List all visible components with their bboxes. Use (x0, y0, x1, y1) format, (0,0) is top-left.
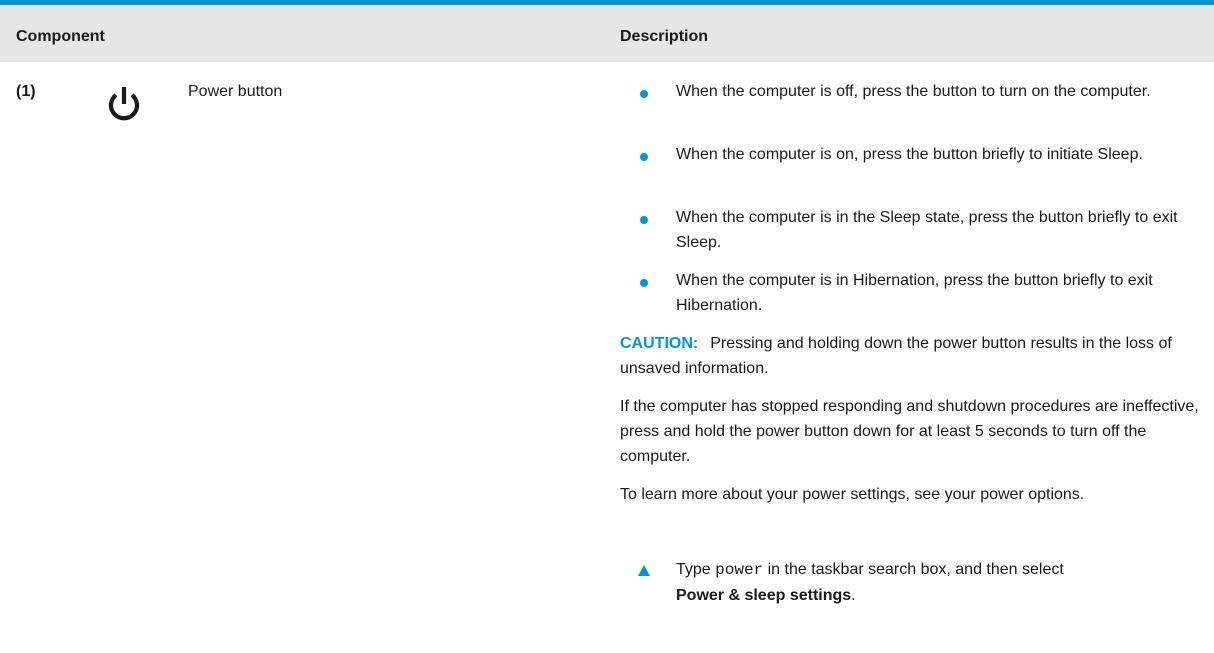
step-suffix: . (851, 587, 856, 604)
power-icon (108, 87, 140, 121)
step-middle: in the taskbar search box, and then sele… (767, 561, 1064, 578)
caution-label: CAUTION: (620, 335, 699, 352)
step-triangle-icon (638, 565, 650, 576)
bullet-icon (640, 279, 648, 287)
step-instruction: Type power in the taskbar search box, an… (676, 557, 1196, 608)
bullet-text: When the computer is on, press the butto… (676, 146, 1143, 163)
power-settings-paragraph: To learn more about your power settings,… (620, 486, 1085, 503)
bullet-text: When the computer is in the Sleep state,… (676, 209, 1178, 251)
column-header-description: Description (620, 28, 709, 45)
step-prefix: Type (676, 561, 711, 578)
bullet-icon (640, 216, 648, 224)
component-number: (1) (16, 83, 36, 100)
column-header-component: Component (16, 28, 105, 45)
caution-note: CAUTION: Pressing and holding down the po… (620, 331, 1200, 381)
table-header: Component Description (0, 5, 1214, 62)
bullet-icon (640, 153, 648, 161)
step-code: power (715, 561, 764, 579)
step-setting-name: Power & sleep settings (676, 587, 852, 604)
bullet-icon (640, 90, 648, 98)
caution-text: Pressing and holding down the power butt… (620, 335, 1172, 377)
unresponsive-paragraph: If the computer has stopped responding a… (620, 398, 1199, 465)
component-name: Power button (188, 83, 283, 100)
bullet-text: When the computer is in Hibernation, pre… (676, 272, 1153, 314)
bullet-text: When the computer is off, press the butt… (676, 83, 1151, 100)
